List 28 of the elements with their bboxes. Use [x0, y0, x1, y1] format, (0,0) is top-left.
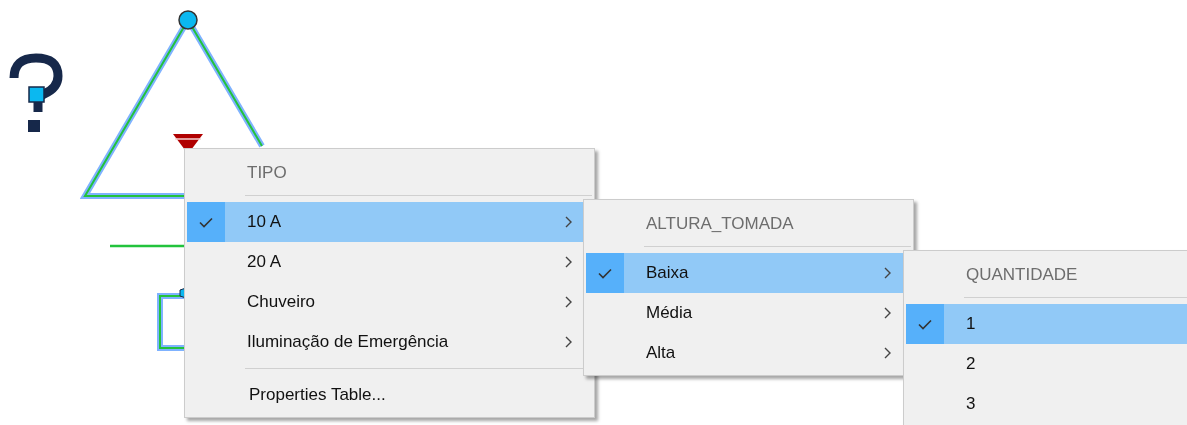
menu-item-label: 2 — [966, 353, 977, 376]
menu-item-label: 20 A — [247, 251, 283, 274]
menu-header: TIPO — [247, 162, 287, 185]
menu-item[interactable]: 3 — [906, 384, 1187, 424]
node-handle[interactable] — [178, 10, 198, 30]
chevron-right-icon — [884, 347, 891, 359]
menu-item-label: Iluminação de Emergência — [247, 331, 450, 354]
chevron-right-icon — [884, 307, 891, 319]
checkmark-icon — [199, 216, 213, 228]
checkmark-icon — [918, 318, 932, 330]
menu-item-label: Baixa — [646, 262, 690, 285]
chevron-right-icon — [565, 216, 572, 228]
menu-item[interactable]: Properties Table... — [187, 375, 592, 415]
menu-item-label: 3 — [966, 393, 977, 416]
menu-header: QUANTIDADE — [966, 264, 1078, 287]
chevron-right-icon — [884, 267, 891, 279]
menu-item[interactable]: 1 — [906, 304, 1187, 344]
menu-item-label: Alta — [646, 342, 677, 365]
checkmark-icon — [598, 267, 612, 279]
chevron-right-icon — [565, 296, 572, 308]
menu-item-label: 1 — [966, 313, 977, 336]
menu-item-label: Chuveiro — [247, 291, 317, 314]
menu-item-label: Média — [646, 302, 694, 325]
chevron-right-icon — [565, 336, 572, 348]
chevron-right-icon — [565, 256, 572, 268]
menu-item-label: 10 A — [247, 211, 283, 234]
bracket-outline — [157, 293, 185, 351]
menu-header: ALTURA_TOMADA — [646, 213, 794, 236]
